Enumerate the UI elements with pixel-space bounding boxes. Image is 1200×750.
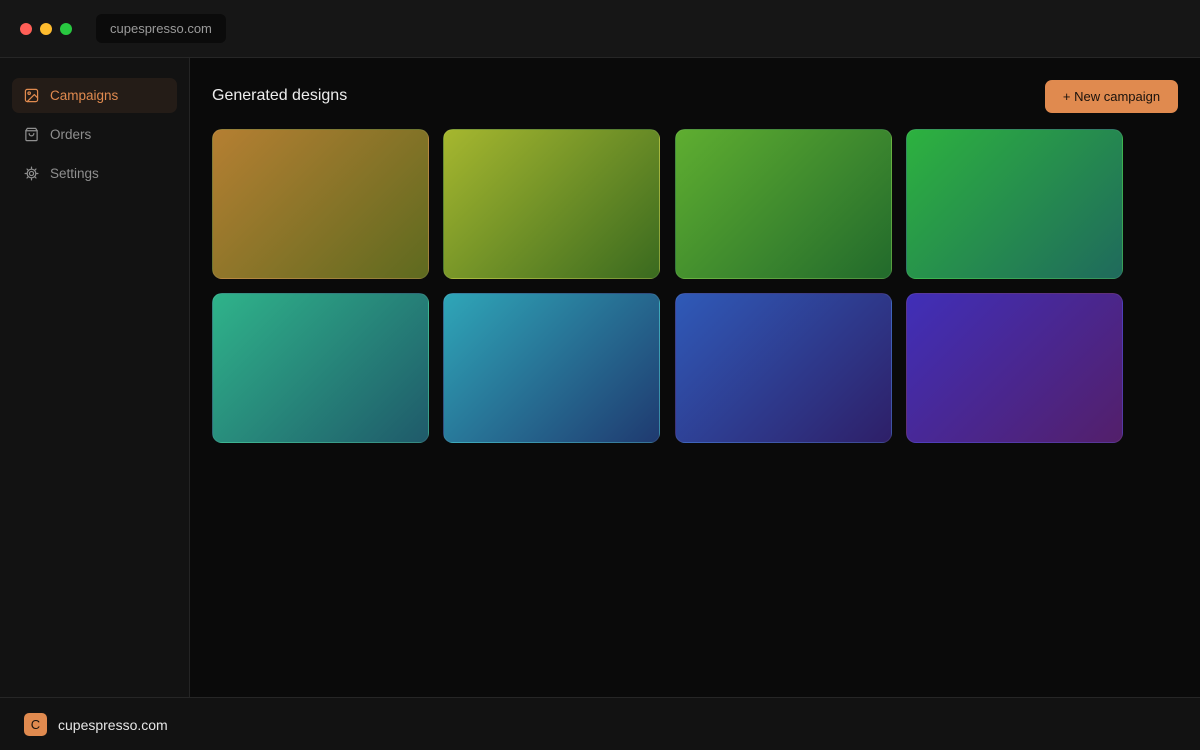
design-card[interactable]: [443, 129, 660, 279]
design-card[interactable]: [212, 293, 429, 443]
main-content: Generated designs + New campaign: [190, 58, 1200, 697]
window-titlebar: cupespresso.com: [0, 0, 1200, 58]
design-card[interactable]: [443, 293, 660, 443]
url-tab[interactable]: cupespresso.com: [96, 14, 226, 43]
shopping-bag-icon: [24, 127, 39, 142]
sidebar-item-label: Campaigns: [50, 88, 119, 103]
close-window-button[interactable]: [20, 23, 32, 35]
new-campaign-button[interactable]: + New campaign: [1045, 80, 1178, 113]
design-card[interactable]: [675, 129, 892, 279]
page-title: Generated designs: [212, 87, 348, 104]
design-card[interactable]: [675, 293, 892, 443]
sidebar: Campaigns Orders Settings: [0, 58, 190, 697]
sidebar-item-label: Orders: [50, 127, 92, 142]
footer: C cupespresso.com: [0, 697, 1200, 750]
maximize-window-button[interactable]: [60, 23, 72, 35]
design-card[interactable]: [906, 293, 1123, 443]
gear-icon: [24, 166, 39, 181]
sidebar-item-orders[interactable]: Orders: [12, 117, 177, 152]
design-card[interactable]: [212, 129, 429, 279]
brand-logo: C: [24, 713, 47, 736]
design-card[interactable]: [906, 129, 1123, 279]
sidebar-item-label: Settings: [50, 166, 99, 181]
image-icon: [24, 88, 39, 103]
sidebar-item-settings[interactable]: Settings: [12, 156, 177, 191]
footer-site-name: cupespresso.com: [58, 717, 168, 733]
sidebar-item-campaigns[interactable]: Campaigns: [12, 78, 177, 113]
minimize-window-button[interactable]: [40, 23, 52, 35]
